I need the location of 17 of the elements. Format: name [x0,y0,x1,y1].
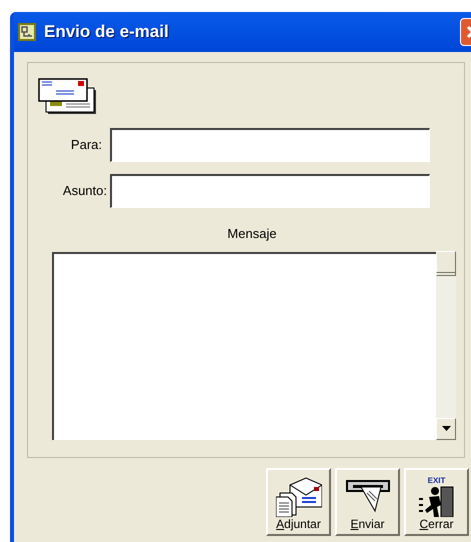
send-button[interactable]: Enviar [335,468,400,536]
scroll-down-icon[interactable] [442,426,450,431]
subject-field[interactable] [110,174,430,208]
recipient-field[interactable] [110,128,430,162]
window-icon [18,23,36,41]
field-label: Asunto: [62,182,108,200]
field-label: Para: [70,136,103,154]
scrollbar[interactable] [436,254,456,440]
exit-sign: EXIT [428,477,446,485]
message-label: Mensaje [227,225,277,243]
envelopes-icon [38,78,98,116]
close-button[interactable]: EXIT Cerrar [404,468,469,536]
window-title: Envio de e-mail [44,21,169,44]
running-figure-door-icon [416,485,456,517]
message-field[interactable] [52,252,456,440]
attach-button[interactable]: Adjuntar [266,468,331,536]
envelope-document-icon [276,477,322,517]
